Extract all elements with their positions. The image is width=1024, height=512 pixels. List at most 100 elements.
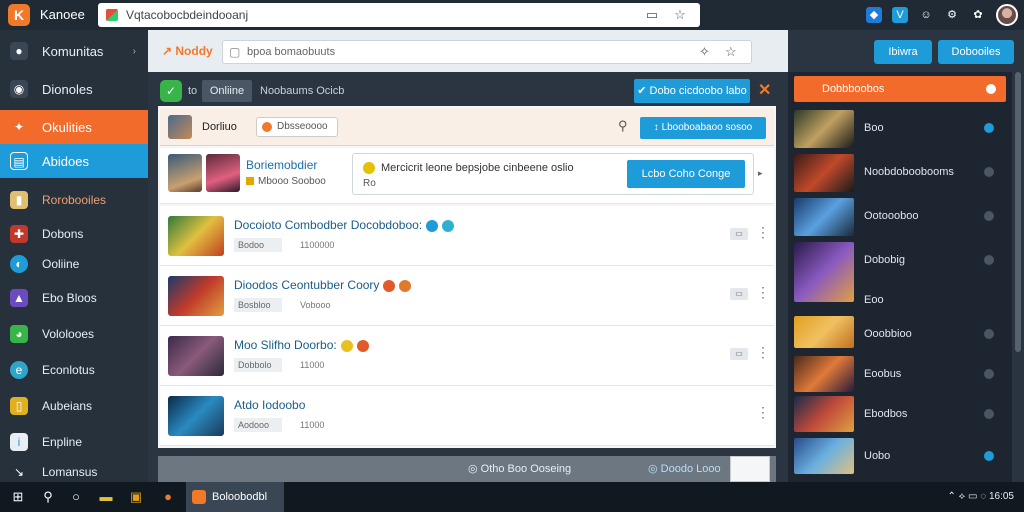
store-icon[interactable]: ▣ <box>128 489 144 505</box>
more-options-icon[interactable]: ⋮ <box>756 284 770 301</box>
footer-controls[interactable] <box>730 456 770 482</box>
right-panel-header[interactable]: Dobbboobos <box>794 76 1006 102</box>
item-toggle[interactable]: ▭ <box>730 348 748 360</box>
sidebar-item-komunitas[interactable]: ● Komunitas › <box>0 34 148 68</box>
user-avatar[interactable] <box>996 4 1018 26</box>
sidebar-item-enpline[interactable]: i Enpline <box>0 426 148 458</box>
online-status-icon[interactable]: ✓ <box>160 80 182 102</box>
sidebar-item-abidoes[interactable]: ▤ Abidoes <box>0 144 148 178</box>
item-thumbnail[interactable] <box>168 216 224 256</box>
app-logo[interactable]: K <box>8 4 30 26</box>
item-toggle[interactable]: ▭ <box>730 228 748 240</box>
more-options-icon[interactable]: ⋮ <box>756 344 770 361</box>
address-text[interactable]: Vqtacobocbdeindooanj <box>126 8 248 22</box>
item-title[interactable]: Moo Slifho Doorbo: <box>234 338 369 352</box>
header-button-dobooiles[interactable]: Dobooiles <box>938 40 1014 64</box>
list-item[interactable]: Ooobbioo <box>794 316 1006 354</box>
list-item[interactable]: Uobo <box>794 438 1006 476</box>
info-icon <box>363 162 375 174</box>
sidebar-item-ebo-bloos[interactable]: ▲ Ebo Bloos <box>0 282 148 314</box>
star-outline-icon[interactable]: ✧ <box>699 44 710 60</box>
item-thumbnail[interactable] <box>794 438 854 474</box>
list-item[interactable]: Moo Slifho Doorbo: Dobbolo 11000 ▭ ⋮ <box>160 326 774 386</box>
item-thumbnail[interactable] <box>794 198 854 236</box>
featured-row[interactable]: Boriemobdier Mbooo Sooboo Mercicrit leon… <box>160 148 774 204</box>
more-options-icon[interactable]: ⋮ <box>756 224 770 241</box>
footer-link[interactable]: ◎ Doodo Looo <box>648 462 721 475</box>
status-dot-icon <box>984 123 994 133</box>
item-thumbnail[interactable] <box>794 316 854 348</box>
footer-status[interactable]: ◎ Otho Boo Ooseing <box>468 462 571 475</box>
item-thumbnail[interactable] <box>794 356 854 392</box>
sidebar-item-econlotus[interactable]: e Econlotus <box>0 354 148 386</box>
item-tag: Bosbloo <box>234 298 282 312</box>
list-item[interactable]: Dioodos Ceontubber Coory Bosbloo Vobooo … <box>160 266 774 326</box>
more-options-icon[interactable]: ⋮ <box>756 404 770 421</box>
sidebar-item-rorobooiles[interactable]: ▮ Rorobooiles <box>0 184 148 216</box>
featured-title[interactable]: Boriemobdier <box>246 158 317 172</box>
panel-cta-button[interactable]: ✔ Dobo cicdoobo labo <box>634 79 750 103</box>
item-thumbnail[interactable] <box>794 242 854 302</box>
address-bar[interactable]: Vqtacobocbdeindooanj ▭ ☆ <box>98 3 700 27</box>
taskbar-active-app[interactable]: Boloobodbl <box>186 482 284 512</box>
profile-action-button[interactable]: ↕ Lbooboabaoo sosoo <box>640 117 766 139</box>
list-item[interactable]: Ebodbos <box>794 396 1006 434</box>
system-tray[interactable]: ⌃ ⟡ ▭ ◌ 16:05 <box>947 491 1014 502</box>
list-item[interactable]: Eoobus <box>794 356 1006 394</box>
scrollbar-thumb[interactable] <box>1015 72 1021 352</box>
item-title[interactable]: Atdo Iodoobo <box>234 398 305 412</box>
search-input[interactable]: ▢ bpoa bomaobuuts ✧ ☆ <box>222 40 752 64</box>
face-icon[interactable]: ☺ <box>918 7 934 23</box>
task-view-icon[interactable]: ○ <box>68 489 84 505</box>
bookmark-star-icon[interactable]: ☆ <box>725 44 737 60</box>
sidebar-item-ooliine[interactable]: ◐ Ooliine <box>0 248 148 280</box>
search-icon[interactable]: ⚲ <box>40 489 56 505</box>
tab-view-icon[interactable]: ▭ <box>644 7 660 23</box>
sidebar-item-vololooes[interactable]: ◕ Vololooes <box>0 318 148 350</box>
item-thumbnail[interactable] <box>168 336 224 376</box>
item-thumbnail[interactable] <box>168 396 224 436</box>
item-thumbnail[interactable] <box>794 154 854 192</box>
profile-filter-pill[interactable]: Dbsseoooo <box>256 117 338 137</box>
featured-thumbnail[interactable] <box>168 154 202 192</box>
chevron-right-icon[interactable]: ▸ <box>758 168 763 179</box>
list-item[interactable]: Noobdoboobooms <box>794 154 1006 192</box>
sidebar-item-lomansus[interactable]: ↘ Lomansus <box>0 462 148 482</box>
item-title[interactable]: Dioodos Ceontubber Coory <box>234 278 412 292</box>
gear-icon[interactable]: ⚙ <box>944 7 960 23</box>
tab-online[interactable]: Onliine <box>202 80 252 102</box>
right-scrollbar[interactable] <box>1014 72 1022 482</box>
close-circle-icon[interactable] <box>986 84 996 94</box>
sidebar-item-dionoles[interactable]: ◉ Dionoles <box>0 72 148 106</box>
app-icon[interactable]: ● <box>160 489 176 505</box>
sidebar-item-aubeians[interactable]: ▯ Aubeians <box>0 390 148 422</box>
item-thumbnail[interactable] <box>168 276 224 316</box>
palette-icon: ◕ <box>10 325 28 343</box>
app-title: Kanoee <box>40 7 85 22</box>
sidebar-item-okulities[interactable]: ✦ Okulities <box>0 110 148 144</box>
windows-start-icon[interactable]: ⊞ <box>10 489 26 505</box>
close-icon[interactable]: ✕ <box>758 80 771 100</box>
notice-card: Mercicrit leone bepsjobe cinbeene oslio … <box>352 153 754 195</box>
header-button-ibiwra[interactable]: Ibiwra <box>874 40 932 64</box>
v-icon[interactable]: V <box>892 7 908 23</box>
list-item[interactable]: Boo <box>794 110 1006 148</box>
item-thumbnail[interactable] <box>794 396 854 432</box>
sidebar-item-dobons[interactable]: ✚ Dobons <box>0 218 148 250</box>
file-explorer-icon[interactable]: ▬ <box>98 489 114 505</box>
item-toggle[interactable]: ▭ <box>730 288 748 300</box>
featured-thumbnail[interactable] <box>206 154 240 192</box>
shield-icon[interactable]: ◆ <box>866 7 882 23</box>
item-title[interactable]: Docoioto Combodber Docobdoboo: <box>234 218 455 232</box>
notice-button[interactable]: Lcbo Coho Conge <box>627 160 745 188</box>
list-item[interactable]: Atdo Iodoobo Aodooo 11000 ⋮ <box>160 386 774 446</box>
list-item[interactable]: Eoo <box>864 282 1006 320</box>
paw-icon[interactable]: ✿ <box>970 7 986 23</box>
clock: 16:05 <box>988 491 1014 502</box>
item-thumbnail[interactable] <box>794 110 854 148</box>
list-item[interactable]: Ootoooboo <box>794 198 1006 236</box>
avatar[interactable] <box>168 115 192 139</box>
search-icon[interactable]: ⚲ <box>618 118 628 134</box>
bookmark-star-icon[interactable]: ☆ <box>672 7 688 23</box>
list-item[interactable]: Docoioto Combodber Docobdoboo: Bodoo 110… <box>160 206 774 266</box>
